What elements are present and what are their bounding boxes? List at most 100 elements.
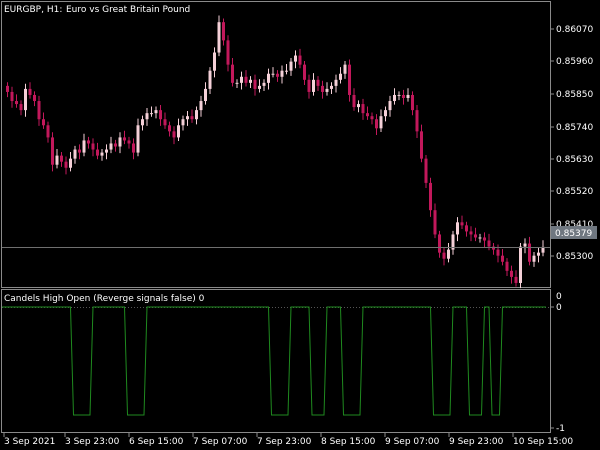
- candle-body: [537, 252, 540, 256]
- candle-body: [168, 125, 171, 132]
- candle-body: [181, 119, 185, 126]
- candle-body: [271, 73, 275, 75]
- candle-body: [519, 246, 522, 283]
- candle-body: [460, 222, 464, 226]
- candle-body: [343, 64, 347, 74]
- candle-body: [456, 222, 459, 235]
- candle-body: [19, 104, 23, 111]
- candle-body: [370, 116, 374, 120]
- candle-body: [393, 94, 396, 102]
- symbol-description: Euro vs Great Britain Pound: [66, 5, 190, 15]
- candle-body: [267, 73, 270, 83]
- candle-body: [348, 64, 351, 95]
- indicator-scale-top: 0: [556, 292, 562, 302]
- candle-body: [429, 182, 432, 211]
- candle-body: [330, 85, 333, 89]
- candle-body: [136, 125, 140, 153]
- chart-window[interactable]: EURGBP, H1: Euro vs Great Britain Pound …: [0, 0, 600, 450]
- candle-body: [298, 55, 302, 65]
- candle-body: [159, 110, 162, 120]
- candle-body: [415, 110, 419, 132]
- candle-body: [127, 140, 131, 144]
- candle-body: [528, 243, 531, 262]
- candle-body: [276, 73, 279, 77]
- candle-body: [474, 234, 477, 238]
- candle-body: [217, 22, 221, 53]
- candle-body: [366, 113, 369, 117]
- time-tick: 10 Sep 15:00: [513, 437, 573, 447]
- candle-body: [352, 94, 356, 108]
- indicator-level-minus-one: -1: [556, 424, 565, 434]
- candle-body: [285, 70, 288, 72]
- candle-body: [195, 110, 198, 120]
- candle-body: [114, 143, 117, 147]
- candle-body: [42, 119, 45, 126]
- time-tick: 7 Sep 23:00: [257, 437, 312, 447]
- candle-body: [253, 79, 257, 89]
- candle-body: [69, 158, 72, 168]
- candle-body: [505, 261, 509, 271]
- price-tick: 0.85300: [556, 252, 593, 262]
- candle-body: [172, 131, 176, 138]
- candle-body: [280, 70, 284, 77]
- candle-body: [312, 79, 315, 92]
- candle-body: [235, 82, 239, 84]
- candle-body: [199, 101, 203, 111]
- candle-body: [469, 231, 473, 235]
- time-tick: 6 Sep 15:00: [129, 437, 184, 447]
- candle-body: [258, 85, 261, 89]
- candle-body: [397, 94, 401, 96]
- candle-body: [496, 249, 500, 256]
- candle-body: [514, 276, 518, 283]
- candle-body: [361, 104, 365, 114]
- candle-body: [222, 22, 225, 41]
- candle-body: [82, 140, 86, 153]
- candle-body: [73, 149, 77, 159]
- candle-body: [438, 234, 441, 253]
- candle-body: [388, 101, 392, 111]
- time-tick: 9 Sep 23:00: [449, 437, 504, 447]
- candle-body: [190, 116, 194, 120]
- candle-body: [64, 161, 68, 168]
- candle-body: [87, 140, 90, 144]
- price-tick: 0.85850: [556, 90, 593, 100]
- candle-body: [15, 101, 18, 105]
- candle-body: [150, 113, 153, 115]
- candle-body: [141, 119, 144, 126]
- time-tick: 9 Sep 07:00: [385, 437, 440, 447]
- candle-body: [177, 125, 180, 138]
- candle-body: [532, 255, 536, 262]
- candle-body: [478, 237, 482, 239]
- candle-body: [154, 110, 158, 114]
- candle-body: [163, 119, 167, 126]
- candle-body: [118, 137, 122, 147]
- time-tick: 7 Sep 07:00: [193, 437, 248, 447]
- candle-body: [433, 210, 437, 235]
- candle-body: [78, 149, 81, 153]
- candle-body: [109, 143, 113, 150]
- price-tick: 0.85740: [556, 123, 593, 133]
- candle-body: [465, 225, 468, 232]
- candle-body: [240, 76, 243, 83]
- candle-body: [231, 64, 234, 83]
- candle-body: [249, 79, 252, 83]
- candle-body: [411, 94, 414, 111]
- candle-body: [186, 116, 189, 120]
- candle-body: [46, 125, 50, 138]
- candle-body: [379, 116, 383, 129]
- price-tick: 0.85520: [556, 187, 593, 197]
- candle-body: [510, 270, 513, 277]
- candle-body: [208, 70, 212, 89]
- candle-body: [262, 82, 266, 86]
- candle-body: [316, 79, 320, 86]
- time-tick: 3 Sep 23:00: [65, 437, 120, 447]
- candle-body: [321, 85, 324, 92]
- candle-body: [402, 94, 405, 98]
- candle-body: [6, 85, 9, 92]
- candle-body: [51, 137, 54, 165]
- candle-body: [100, 152, 104, 156]
- candle-body: [96, 149, 99, 156]
- indicator-label[interactable]: Candels High Open (Reverge signals false…: [4, 294, 205, 304]
- candle-body: [501, 255, 504, 262]
- candle-body: [307, 79, 311, 92]
